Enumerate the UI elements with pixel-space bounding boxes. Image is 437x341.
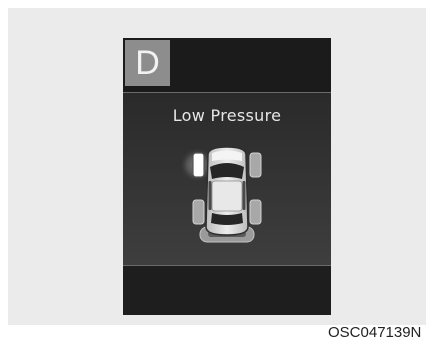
front-left-tire-warning-icon	[192, 152, 205, 178]
gear-d-icon: D	[125, 40, 170, 86]
cluster-display: D Low Pressure	[123, 38, 331, 315]
car-hood	[212, 150, 242, 161]
rear-right-tire-icon	[249, 199, 262, 225]
warning-area: Low Pressure	[123, 93, 331, 266]
car-right-window	[242, 181, 246, 210]
car-top-view-icon	[182, 146, 262, 243]
display-top-bar: D	[123, 38, 331, 93]
gear-indicator-label: D	[135, 44, 160, 82]
front-right-tire-icon	[249, 152, 262, 178]
illustration-frame: D Low Pressure	[8, 8, 426, 325]
car-windshield	[210, 163, 244, 179]
figure-code: OSC047139N	[328, 324, 422, 341]
car-roof	[211, 180, 243, 212]
display-bottom-bar	[123, 266, 331, 315]
rear-left-tire-icon	[192, 199, 205, 225]
warning-message: Low Pressure	[172, 106, 282, 125]
car-left-window	[208, 181, 212, 210]
